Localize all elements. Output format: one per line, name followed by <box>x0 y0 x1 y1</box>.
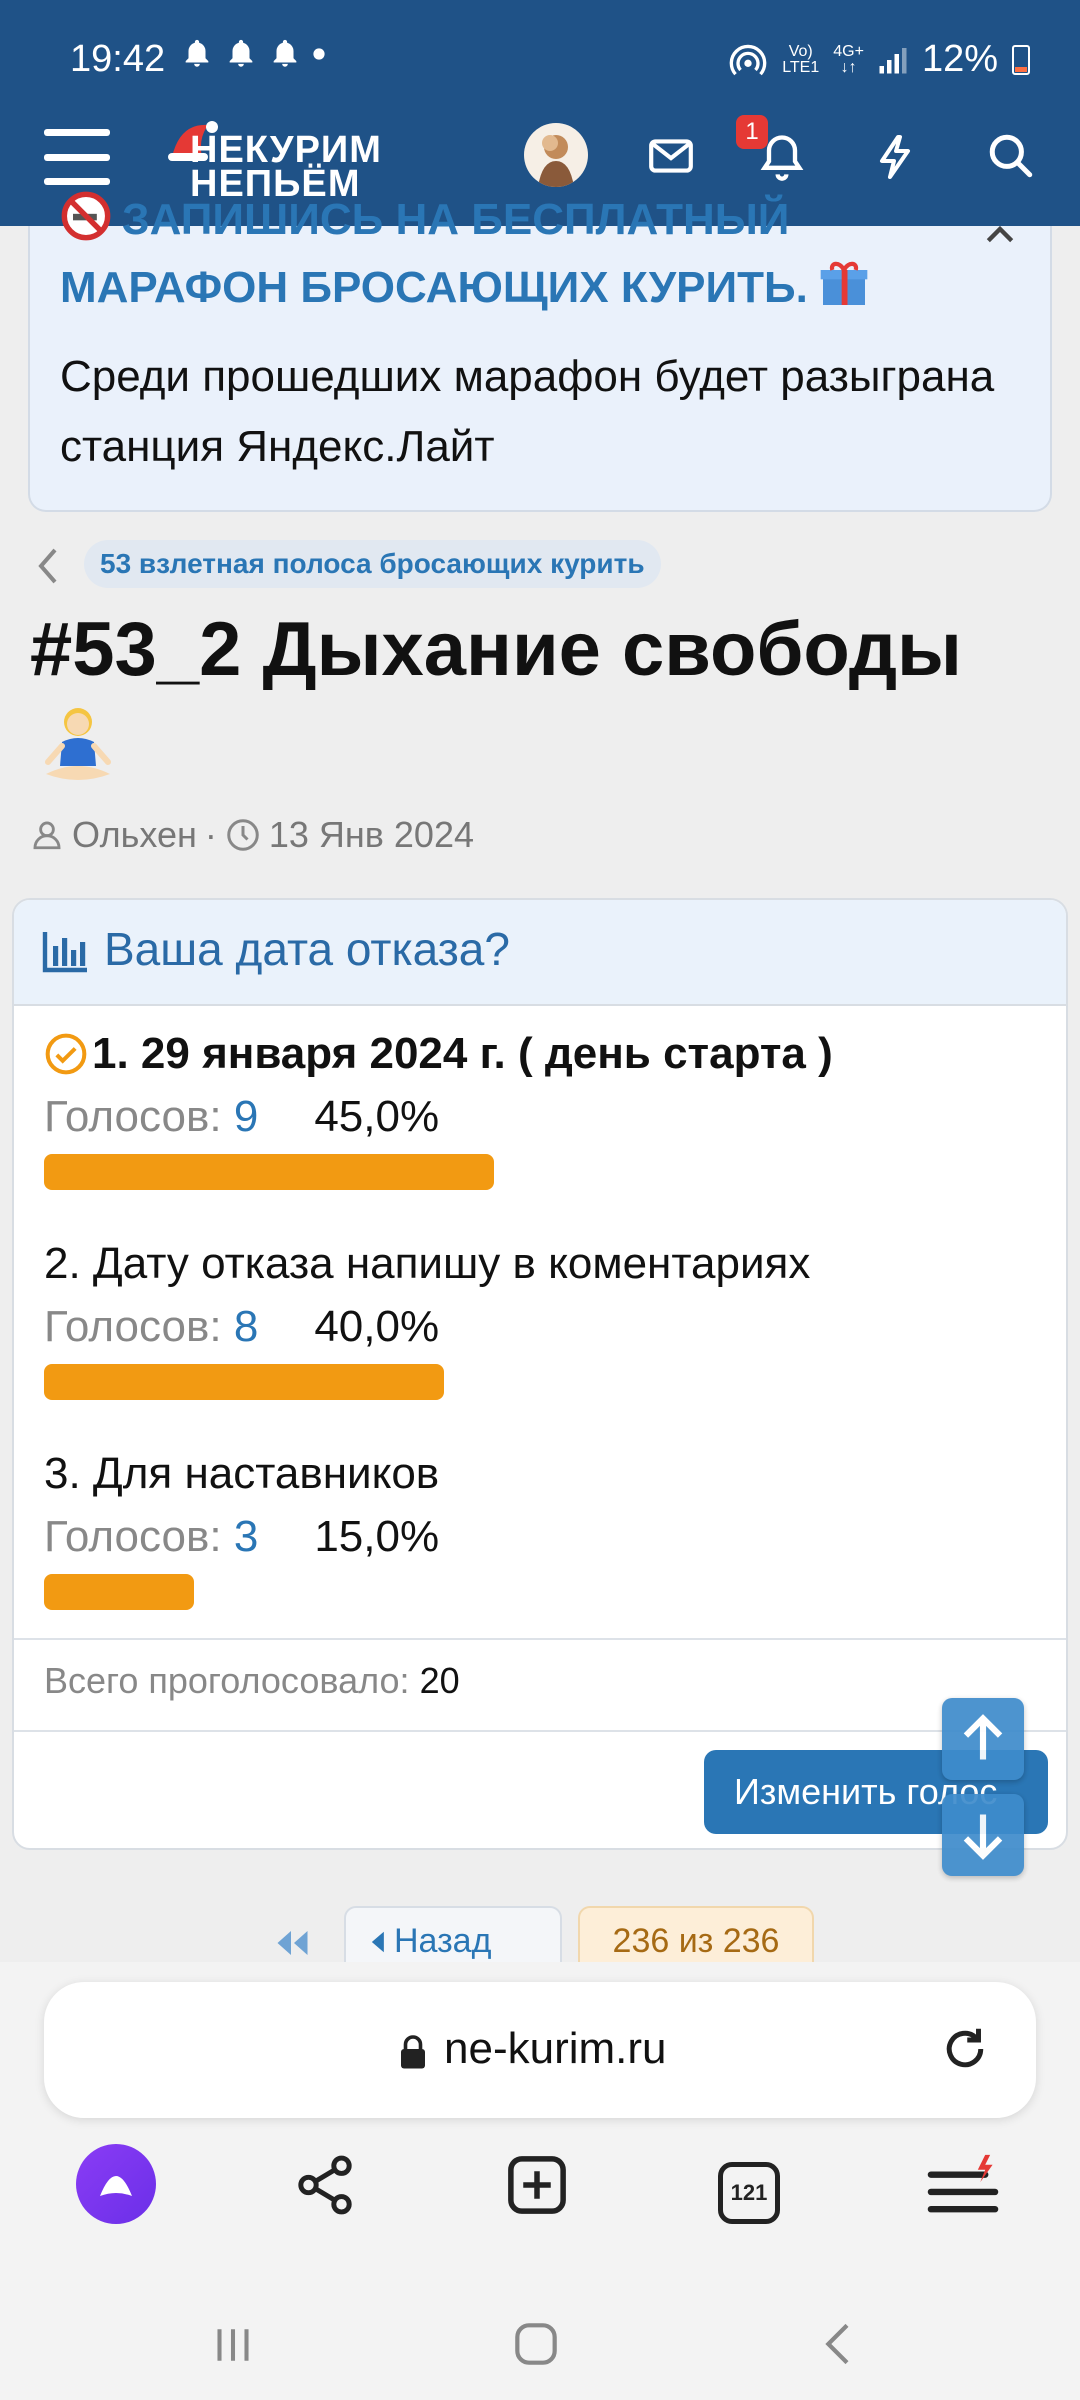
hotspot-icon <box>729 44 767 75</box>
poll-option-votes: Голосов: 8 40,0% <box>44 1302 440 1351</box>
notification-badge: 1 <box>736 115 768 149</box>
close-icon[interactable] <box>980 214 1020 254</box>
breadcrumb[interactable]: 53 взлетная полоса бросающих курить <box>84 540 661 588</box>
chevron-left-icon[interactable] <box>34 546 60 586</box>
bell-icon <box>273 39 297 67</box>
menu-icon[interactable] <box>44 129 110 185</box>
vote-count[interactable]: 9 <box>234 1092 258 1141</box>
meta-separator: · <box>204 814 217 855</box>
vote-percent: 15,0% <box>314 1512 440 1561</box>
no-smoking-icon <box>61 191 111 241</box>
vote-bar <box>44 1364 444 1400</box>
tabs-button[interactable]: 121 <box>718 2162 780 2224</box>
vote-percent: 40,0% <box>314 1302 440 1351</box>
user-avatar[interactable] <box>524 123 588 187</box>
meditating-person-icon <box>45 708 111 780</box>
bar-chart-icon <box>42 932 87 973</box>
recent-apps-icon[interactable] <box>206 2318 260 2372</box>
poll-option-2: 2. Дату отказа напишу в коментариях Голо… <box>44 1234 1044 1400</box>
browser-chrome: ne-kurim.ru 121 <box>0 1962 1080 2400</box>
vote-count[interactable]: 3 <box>234 1512 258 1561</box>
poll-question: Ваша дата отказа? <box>104 923 510 975</box>
alice-assistant-icon[interactable] <box>74 2142 158 2226</box>
marathon-notice: ЗАПИШИСЬ НА БЕСПЛАТНЫЙ МАРАФОН БРОСАЮЩИХ… <box>28 191 1052 512</box>
lightning-icon[interactable] <box>872 131 920 183</box>
page-title: #53_2 Дыхание свободы <box>30 607 962 692</box>
status-notification-icons <box>180 36 326 72</box>
battery-percent: 12% <box>921 38 998 80</box>
volte-label: Vo) LTE1 <box>782 42 820 76</box>
poll-option-3: 3. Для наставников Голосов: 3 15,0% <box>44 1444 1044 1610</box>
bell-icon <box>229 39 253 67</box>
bell-icon <box>185 39 209 67</box>
battery-icon <box>1012 44 1030 75</box>
scroll-down-button[interactable] <box>942 1794 1024 1876</box>
avatar-image <box>538 135 574 187</box>
divider <box>14 1638 1066 1640</box>
browser-menu-icon[interactable] <box>926 2154 1000 2220</box>
arrow-down-icon <box>963 1814 1003 1860</box>
status-bar: 19:42 Vo) LTE1 4G+ ↓↑ 12% <box>0 0 1080 120</box>
dot-icon <box>313 48 325 60</box>
reload-icon[interactable] <box>938 2022 992 2076</box>
thread-author[interactable]: Ольхен <box>72 814 197 856</box>
poll-total: Всего проголосовало: 20 <box>44 1660 460 1701</box>
signal-icon <box>879 47 907 73</box>
poll-option-1: 1. 29 января 2024 г. ( день старта ) Гол… <box>44 1024 1044 1190</box>
thread-date[interactable]: 13 Янв 2024 <box>269 814 474 856</box>
poll-option-label: 1. 29 января 2024 г. ( день старта ) <box>44 1024 1044 1084</box>
user-icon <box>33 821 61 850</box>
search-icon[interactable] <box>986 131 1036 181</box>
mail-icon[interactable] <box>646 131 696 181</box>
poll-option-votes: Голосов: 9 45,0% <box>44 1092 440 1141</box>
notice-text: Среди прошедших марафон будет разыграна … <box>60 352 995 471</box>
status-right: Vo) LTE1 4G+ ↓↑ 12% <box>728 38 1030 81</box>
back-icon[interactable] <box>812 2316 868 2372</box>
status-time: 19:42 <box>70 38 166 80</box>
url-text: ne-kurim.ru <box>444 2024 667 2073</box>
caret-left-icon <box>371 1931 384 1953</box>
poll-option-label: 2. Дату отказа напишу в коментариях <box>44 1239 811 1288</box>
share-icon[interactable] <box>292 2152 358 2218</box>
poll-option-votes: Голосов: 3 15,0% <box>44 1512 440 1561</box>
divider <box>14 1730 1066 1732</box>
check-circle-icon <box>45 1033 87 1075</box>
poll-block: Ваша дата отказа? 1. 29 января 2024 г. (… <box>12 898 1068 1850</box>
thread-meta: Ольхен · 13 Янв 2024 <box>30 814 474 856</box>
clock-icon <box>227 819 259 851</box>
vote-bar <box>44 1154 494 1190</box>
browser-toolbar: 121 <box>0 2142 1080 2272</box>
address-bar[interactable]: ne-kurim.ru <box>44 1982 1036 2118</box>
logo-line-1: НЕКУРИМ <box>190 129 382 171</box>
notice-title[interactable]: ЗАПИШИСЬ НА БЕСПЛАТНЫЙ МАРАФОН БРОСАЮЩИХ… <box>60 186 980 322</box>
vote-bar <box>44 1574 194 1610</box>
network-type: 4G+ ↓↑ <box>833 42 864 76</box>
vote-count[interactable]: 8 <box>234 1302 258 1351</box>
poll-header: Ваша дата отказа? <box>14 900 1066 1006</box>
gift-icon <box>820 261 868 305</box>
new-tab-icon[interactable] <box>504 2152 570 2218</box>
lock-icon <box>401 2035 425 2069</box>
scroll-up-button[interactable] <box>942 1698 1024 1780</box>
first-page-icon[interactable] <box>270 1928 312 1958</box>
vote-percent: 45,0% <box>314 1092 440 1141</box>
poll-option-label: 3. Для наставников <box>44 1449 440 1498</box>
arrow-up-icon <box>963 1714 1003 1760</box>
home-icon[interactable] <box>508 2316 564 2372</box>
system-nav-bar <box>0 2292 1080 2400</box>
